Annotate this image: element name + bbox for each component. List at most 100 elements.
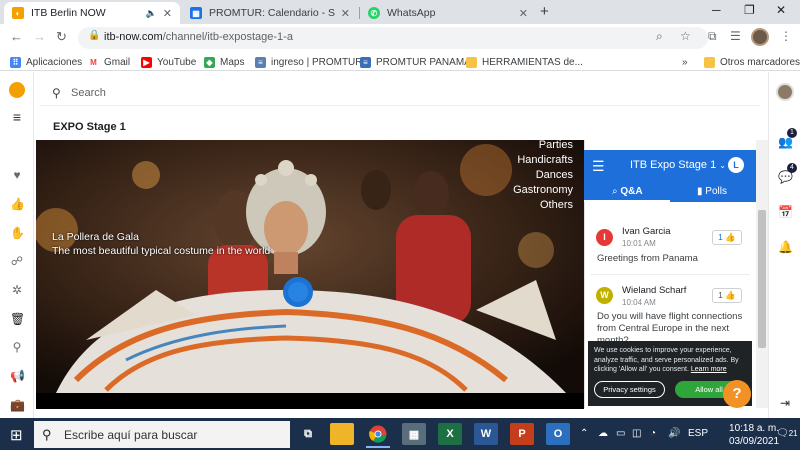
video-frame xyxy=(36,140,584,393)
reading-list-icon[interactable]: ☰ xyxy=(730,29,741,43)
help-button[interactable]: ? xyxy=(723,380,751,408)
notifications-icon[interactable]: 🗨21 xyxy=(776,428,798,439)
powerpoint-icon[interactable]: P xyxy=(510,423,534,445)
location-pin-icon[interactable]: ⚲ xyxy=(10,340,24,354)
url-text[interactable]: itb-now.com/channel/itb-expostage-1-a xyxy=(104,31,293,43)
taskbar-clock[interactable]: 10:18 a. m. 03/09/2021 xyxy=(729,422,779,448)
task-view-icon[interactable]: ⧉ xyxy=(296,423,320,445)
chat-room-selector[interactable]: ITB Expo Stage 1 ⌄ xyxy=(630,159,726,171)
zoom-icon[interactable]: ⌕ xyxy=(656,29,663,44)
lock-icon[interactable]: 🔒 xyxy=(88,30,100,41)
calendar-icon[interactable]: 📅 xyxy=(778,205,793,219)
calculator-icon[interactable]: ▦ xyxy=(402,423,426,445)
learn-more-link[interactable]: Learn more xyxy=(691,366,727,373)
tab-close-icon[interactable]: ✕ xyxy=(341,7,350,20)
briefcase-icon[interactable]: 💼 xyxy=(10,398,25,412)
search-icon: ⚲ xyxy=(42,427,52,442)
minimize-icon[interactable]: ─ xyxy=(712,3,721,17)
back-arrow-icon[interactable]: ← xyxy=(10,29,23,44)
bookmark-herramientas[interactable]: HERRAMIENTAS de... xyxy=(466,55,583,69)
bookmark-apps[interactable]: ⠿ Aplicaciones xyxy=(10,55,82,69)
bookmarks-overflow-button[interactable]: » xyxy=(682,55,688,69)
people-icon[interactable]: ⌃ xyxy=(580,428,588,439)
excel-icon[interactable]: X xyxy=(438,423,462,445)
tab-promtur-calendario[interactable]: ▦ PROMTUR: Calendario - Semana ✕ xyxy=(182,2,358,24)
message-text: Greetings from Panama xyxy=(597,253,698,264)
itb-logo-icon[interactable] xyxy=(9,82,25,98)
outlook-icon[interactable]: O xyxy=(546,423,570,445)
tab-close-icon[interactable]: ✕ xyxy=(163,7,172,20)
chat-user-avatar[interactable]: L xyxy=(728,157,744,173)
chat-menu-icon[interactable]: ☰ xyxy=(592,158,605,175)
wifi-icon[interactable]: ◔ xyxy=(650,428,656,439)
network-icon[interactable]: ☍ xyxy=(10,254,24,268)
apps-grid-icon: ⠿ xyxy=(10,56,21,68)
page-icon: ≡ xyxy=(360,56,371,68)
trash-icon[interactable]: 🗑 xyxy=(10,312,25,326)
tab-itb-berlin-now[interactable]: ◐ ITB Berlin NOW 🔈 ✕ xyxy=(4,2,180,24)
chrome-menu-icon[interactable]: ⋮ xyxy=(780,29,792,43)
chrome-icon[interactable] xyxy=(366,423,390,445)
word-icon[interactable]: W xyxy=(474,423,498,445)
search-bar[interactable] xyxy=(40,80,760,106)
cookie-text: We use cookies to improve your experienc… xyxy=(594,346,746,375)
profile-avatar[interactable] xyxy=(751,28,769,46)
heart-icon[interactable]: ♥ xyxy=(10,168,24,182)
bookmark-ingreso-promtur[interactable]: ≡ ingreso | PROMTUR xyxy=(255,55,363,69)
bookmark-otros-marcadores[interactable]: Otros marcadores xyxy=(704,55,800,69)
contacts-icon[interactable]: 👥 1 xyxy=(778,128,797,149)
new-tab-button[interactable]: + xyxy=(540,3,549,20)
tab-close-icon[interactable]: ✕ xyxy=(519,7,528,20)
network-icon[interactable]: ◫ xyxy=(632,428,641,439)
privacy-settings-button[interactable]: Privacy settings xyxy=(594,381,665,398)
tab-polls[interactable]: ▮ Polls xyxy=(697,186,727,197)
url-path: /channel/itb-expostage-1-a xyxy=(162,31,293,43)
close-window-icon[interactable]: ✕ xyxy=(776,3,786,17)
message-author: Wieland Scharf xyxy=(622,285,687,296)
megaphone-icon[interactable]: 📢 xyxy=(10,369,25,383)
file-explorer-icon[interactable] xyxy=(330,423,354,445)
bookmark-maps[interactable]: ◆ Maps xyxy=(204,55,244,69)
hamburger-menu-icon[interactable]: ≡ xyxy=(10,110,24,124)
stage-title: EXPO Stage 1 xyxy=(53,121,126,133)
battery-icon[interactable]: ▭ xyxy=(616,428,625,439)
windows-start-icon[interactable]: ⊞ xyxy=(10,426,23,444)
taskbar-search-input[interactable]: Escribe aquí para buscar xyxy=(64,428,197,442)
thumbs-up-icon: 👍 xyxy=(725,232,736,242)
user-avatar[interactable] xyxy=(776,83,794,101)
chat-scrollbar-thumb[interactable] xyxy=(758,210,766,348)
bookmark-youtube[interactable]: ▶ YouTube xyxy=(141,55,196,69)
bell-icon[interactable]: 🔔 xyxy=(778,240,793,254)
tab-whatsapp[interactable]: ✆ WhatsApp ✕ xyxy=(360,2,536,24)
chat-icon[interactable]: 💬 4 xyxy=(778,163,797,184)
bookmark-gmail[interactable]: M Gmail xyxy=(88,55,130,69)
collapse-panel-icon[interactable]: ⇥ xyxy=(778,396,792,410)
bookmark-label: ingreso | PROMTUR xyxy=(271,56,363,68)
like-button[interactable]: 1 👍 xyxy=(712,230,742,245)
speaker-icon[interactable]: 🔈 xyxy=(146,8,157,19)
maximize-icon[interactable]: ❐ xyxy=(744,3,755,17)
forward-arrow-icon[interactable]: → xyxy=(33,29,46,44)
reload-icon[interactable]: ↻ xyxy=(56,29,67,45)
onedrive-icon[interactable]: ☁ xyxy=(598,428,608,439)
thumbs-up-icon[interactable]: 👍 xyxy=(10,197,25,211)
tab-qa[interactable]: ⌕ Q&A xyxy=(612,186,643,197)
bookmark-promtur-panama[interactable]: ≡ PROMTUR PANAMA xyxy=(360,55,471,69)
tab-polls-label: Polls xyxy=(705,186,727,197)
clock-date: 03/09/2021 xyxy=(729,436,780,447)
video-player[interactable]: Parties Handicrafts Dances Gastronomy Ot… xyxy=(36,140,584,393)
handshake-icon[interactable]: ✋ xyxy=(10,226,25,240)
search-input[interactable]: Search xyxy=(71,87,106,99)
active-tab-indicator xyxy=(584,200,670,202)
hub-icon[interactable]: ✲ xyxy=(10,283,24,297)
bookmark-label: Gmail xyxy=(104,56,131,68)
bookmark-star-icon[interactable]: ☆ xyxy=(680,29,691,43)
language-indicator[interactable]: ESP xyxy=(688,428,708,439)
volume-icon[interactable]: 🔊 xyxy=(668,428,680,439)
maps-icon: ◆ xyxy=(204,56,215,68)
extensions-puzzle-icon[interactable]: ⧉ xyxy=(708,29,717,44)
like-button[interactable]: 1 👍 xyxy=(712,288,742,303)
video-caption-title: La Pollera de Gala xyxy=(52,231,139,243)
page-icon: ≡ xyxy=(255,56,266,68)
whatsapp-favicon-icon: ✆ xyxy=(368,7,380,19)
